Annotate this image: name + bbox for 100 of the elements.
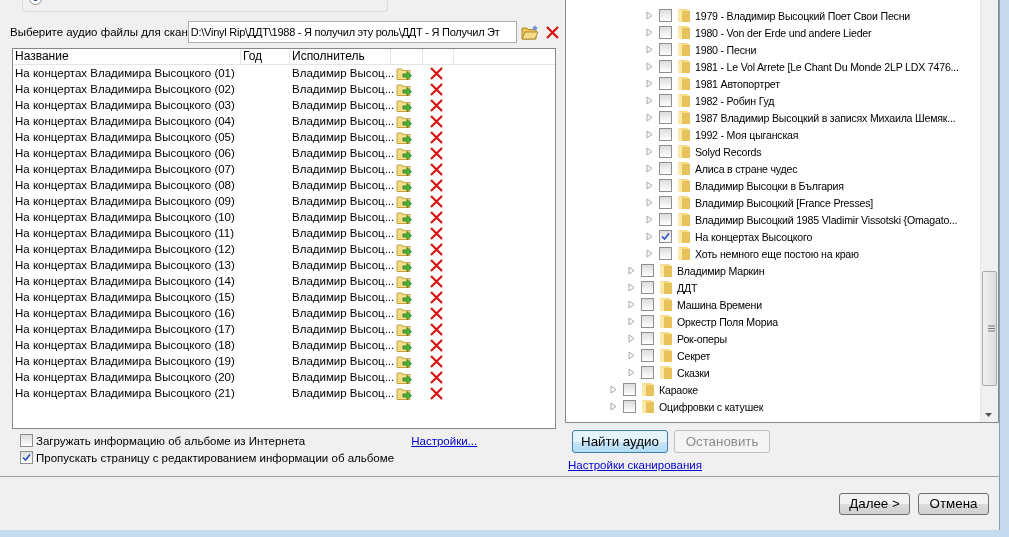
checkbox[interactable] <box>641 366 654 379</box>
checkbox[interactable] <box>641 315 654 328</box>
scan-settings-link[interactable]: Настройки сканирования <box>568 459 702 471</box>
delete-icon[interactable] <box>429 353 444 369</box>
delete-icon[interactable] <box>429 65 444 81</box>
tree-item[interactable]: 1992 - Моя цыганская <box>695 128 799 141</box>
checkbox[interactable] <box>659 111 672 124</box>
tree-item[interactable]: 1982 - Робин Гуд <box>695 94 775 107</box>
folder-arrow-icon[interactable] <box>396 113 413 129</box>
tree-item[interactable]: 1981 - Le Vol Arrete [Le Chant Du Monde 2LP LDX 7476... <box>695 60 959 73</box>
checkbox[interactable] <box>659 179 672 192</box>
tree-item[interactable]: Владимир Высоцки в България <box>695 179 844 192</box>
folder-arrow-icon[interactable] <box>396 305 413 321</box>
tree-item[interactable]: Владимир Высоцкий 1985 Vladimir Vissotski {Omagato... <box>695 213 958 226</box>
tree-item[interactable]: 1979 - Владимир Высоцкий Поет Свои Песни <box>695 9 911 22</box>
folder-arrow-icon[interactable] <box>396 273 413 289</box>
tree-item[interactable]: Оркестр Поля Мориа <box>677 315 778 328</box>
delete-icon[interactable] <box>429 273 444 289</box>
folder-arrow-icon[interactable] <box>396 257 413 273</box>
checkbox[interactable] <box>641 332 654 345</box>
scroll-down-icon[interactable] <box>985 413 992 417</box>
tree-item[interactable]: Оцифровки с катушек <box>659 400 764 413</box>
folder-arrow-icon[interactable] <box>396 385 413 401</box>
delete-icon[interactable] <box>429 161 444 177</box>
delete-icon[interactable] <box>429 129 444 145</box>
checkbox[interactable] <box>623 383 636 396</box>
folder-arrow-icon[interactable] <box>396 65 413 81</box>
folder-arrow-icon[interactable] <box>396 241 413 257</box>
tree-item[interactable]: ДДТ <box>677 281 698 294</box>
checkbox[interactable] <box>659 230 672 243</box>
open-folder-icon[interactable] <box>520 24 539 40</box>
checkbox[interactable] <box>659 145 672 158</box>
checkbox[interactable] <box>641 264 654 277</box>
folder-arrow-icon[interactable] <box>396 225 413 241</box>
delete-icon[interactable] <box>429 209 444 225</box>
tree-item[interactable]: Solyd Records <box>695 145 762 158</box>
tree-item[interactable]: Алиса в стране чудес <box>695 162 798 175</box>
folder-arrow-icon[interactable] <box>396 353 413 369</box>
folder-arrow-icon[interactable] <box>396 193 413 209</box>
delete-icon[interactable] <box>429 305 444 321</box>
folder-arrow-icon[interactable] <box>396 161 413 177</box>
folder-arrow-icon[interactable] <box>396 209 413 225</box>
wizard-button[interactable]: Далее > <box>839 492 910 515</box>
tree-item[interactable]: Рок-оперы <box>677 332 727 345</box>
tree-item[interactable]: Караоке <box>659 383 698 396</box>
folder-arrow-icon[interactable] <box>396 321 413 337</box>
settings-link[interactable]: Настройки... <box>411 434 478 447</box>
delete-icon[interactable] <box>429 145 444 161</box>
tree-item[interactable]: Владимир Маркин <box>677 264 765 277</box>
checkbox[interactable] <box>659 43 672 56</box>
grip-icon[interactable] <box>988 325 995 332</box>
tree-item[interactable]: 1980 - Von der Erde und andere Lieder <box>695 26 872 39</box>
tree-item[interactable]: Хоть немного еще постою на краю <box>695 247 859 260</box>
delete-icon[interactable] <box>429 257 444 273</box>
delete-icon[interactable] <box>429 97 444 113</box>
scan-button[interactable]: Найти аудио <box>572 430 668 453</box>
checkbox[interactable] <box>641 298 654 311</box>
checkbox[interactable] <box>659 213 672 226</box>
tree-item[interactable]: Секрет <box>677 349 711 362</box>
folder-arrow-icon[interactable] <box>396 97 413 113</box>
delete-icon[interactable] <box>429 113 444 129</box>
folder-arrow-icon[interactable] <box>396 81 413 97</box>
delete-icon[interactable] <box>429 225 444 241</box>
checkbox[interactable] <box>641 281 654 294</box>
checkbox[interactable] <box>659 196 672 209</box>
delete-icon[interactable] <box>429 81 444 97</box>
checkbox[interactable] <box>659 94 672 107</box>
tree-item[interactable]: Сказки <box>677 366 710 379</box>
checkbox[interactable] <box>659 162 672 175</box>
delete-icon[interactable] <box>429 385 444 401</box>
checkbox[interactable] <box>20 451 33 464</box>
delete-icon[interactable] <box>429 289 444 305</box>
checkbox[interactable] <box>659 77 672 90</box>
delete-icon[interactable] <box>429 337 444 353</box>
tree-item[interactable]: 1981 Автопортрет <box>695 77 780 90</box>
tree-item[interactable]: Машина Времени <box>677 298 762 311</box>
tree-item[interactable]: Владимир Высоцкий [France Presses] <box>695 196 873 209</box>
scrollbar[interactable] <box>980 0 998 422</box>
folder-arrow-icon[interactable] <box>396 289 413 305</box>
delete-icon[interactable] <box>429 177 444 193</box>
delete-icon[interactable] <box>429 241 444 257</box>
tree-item[interactable]: На концертах Высоцкого <box>695 230 813 243</box>
delete-icon[interactable] <box>429 369 444 385</box>
folder-arrow-icon[interactable] <box>396 129 413 145</box>
column-header[interactable]: Исполнитель <box>290 49 391 64</box>
checkbox[interactable] <box>641 349 654 362</box>
folder-arrow-icon[interactable] <box>396 177 413 193</box>
checkbox[interactable] <box>659 26 672 39</box>
checkbox[interactable] <box>20 434 33 447</box>
folder-arrow-icon[interactable] <box>396 337 413 353</box>
tree-item[interactable]: 1980 - Песни <box>695 43 757 56</box>
checkbox[interactable] <box>659 60 672 73</box>
column-header[interactable]: Год <box>241 49 290 64</box>
tree-item[interactable]: 1987 Владимир Высоцкий в записях Михаила Шемяк... <box>695 111 956 124</box>
delete-icon[interactable] <box>429 193 444 209</box>
checkbox[interactable] <box>659 128 672 141</box>
wizard-button[interactable]: Отмена <box>918 492 989 515</box>
checkbox[interactable] <box>659 9 672 22</box>
column-header[interactable]: Название <box>13 49 241 64</box>
delete-icon[interactable] <box>544 24 560 40</box>
